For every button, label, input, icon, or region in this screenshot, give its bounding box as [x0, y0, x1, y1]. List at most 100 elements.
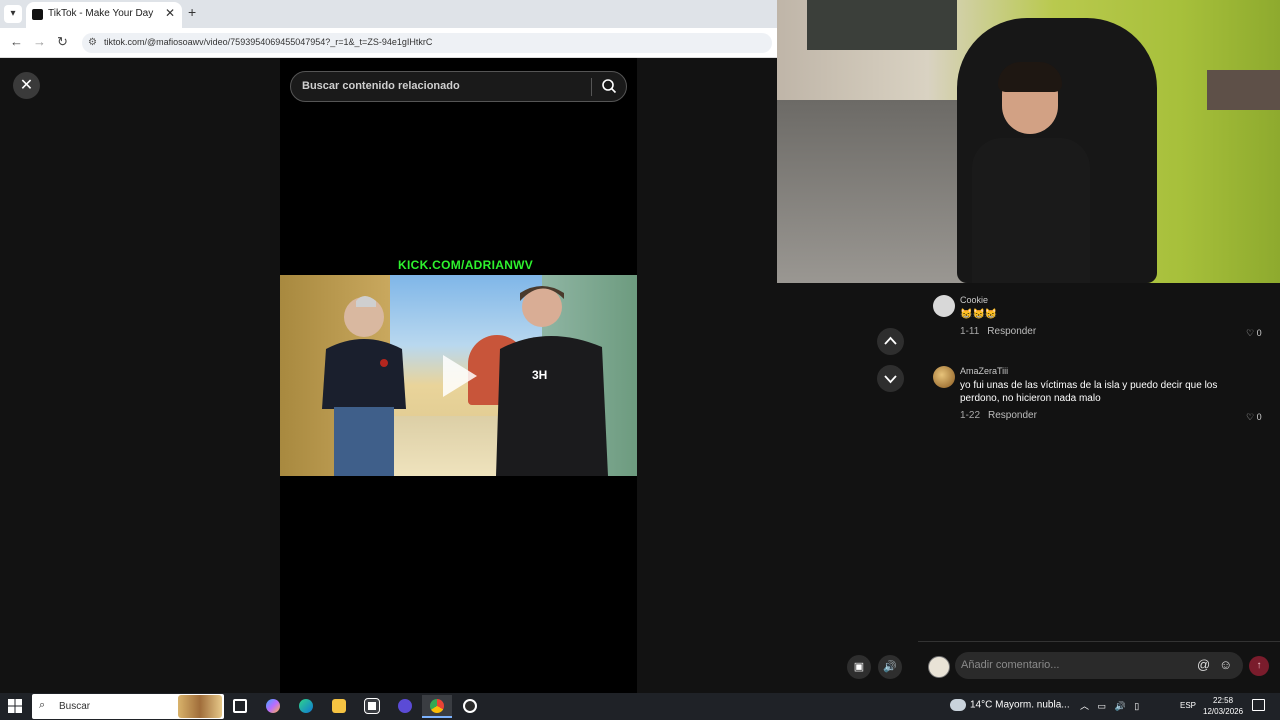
- comment-username[interactable]: AmaZeraTiii: [960, 366, 1008, 376]
- heart-icon: ♡: [1246, 328, 1255, 338]
- heart-icon: ♡: [1246, 412, 1255, 422]
- edge-icon: [299, 699, 313, 713]
- chrome-alt-button[interactable]: [455, 695, 485, 718]
- comment-meta: 1-11 Responder: [960, 326, 1036, 337]
- folder-icon: [332, 699, 346, 713]
- back-icon[interactable]: ←: [10, 34, 23, 49]
- close-viewer-button[interactable]: ✕: [13, 72, 40, 99]
- comments-panel: Cookie 😸😸😸 1-11 Responder ♡ 0 AmaZeraTiii…: [918, 283, 1280, 693]
- clock[interactable]: 22:58 12/03/2026: [1203, 695, 1243, 717]
- chevron-down-icon: [884, 375, 897, 384]
- search-divider: [591, 78, 592, 96]
- related-search-input[interactable]: Buscar contenido relacionado: [290, 71, 627, 102]
- video-frame[interactable]: 3H: [280, 275, 637, 476]
- arrow-up-icon: ↑: [1256, 660, 1262, 671]
- chrome-button[interactable]: [422, 695, 452, 718]
- volume-button[interactable]: 🔊: [878, 655, 902, 679]
- comment-text: 😸😸😸: [960, 309, 998, 320]
- tab-list-icon[interactable]: ▾: [4, 5, 22, 23]
- tiktok-favicon-icon: [32, 9, 43, 20]
- comment-username[interactable]: Cookie: [960, 295, 988, 305]
- windows-start-icon[interactable]: [8, 699, 22, 713]
- emoji-icon[interactable]: ☺: [1219, 657, 1232, 672]
- clock-time: 22:58: [1213, 696, 1234, 705]
- like-button[interactable]: ♡ 0: [1246, 328, 1262, 339]
- comment-input-divider: [918, 641, 1280, 642]
- search-icon[interactable]: [601, 78, 617, 94]
- avatar[interactable]: [933, 366, 955, 388]
- avatar[interactable]: [933, 295, 955, 317]
- file-explorer-button[interactable]: [324, 695, 354, 718]
- speaker-icon[interactable]: 🔊: [1115, 701, 1126, 711]
- picture-in-picture-button[interactable]: ▣: [847, 655, 871, 679]
- obs-icon: [398, 699, 412, 713]
- reply-button[interactable]: Responder: [988, 410, 1037, 421]
- url-field[interactable]: ⚙ tiktok.com/@mafiosoawv/video/759395406…: [82, 33, 772, 53]
- close-tab-icon[interactable]: ✕: [165, 6, 175, 20]
- comment-item: AmaZeraTiii yo fui unas de las víctimas …: [933, 366, 1273, 426]
- picture-in-picture-icon: ▣: [853, 661, 865, 673]
- copilot-icon: [266, 699, 280, 713]
- volume-icon: 🔊: [883, 661, 897, 673]
- weather-widget[interactable]: 14°C Mayorm. nubla...: [950, 699, 1070, 711]
- address-bar: ← → ↻ ⚙ tiktok.com/@mafiosoawv/video/759…: [0, 28, 777, 58]
- system-tray[interactable]: ︿ ▭ 🔊 ▯: [1080, 699, 1139, 712]
- chrome-icon: [430, 699, 444, 713]
- chevron-up-icon: [884, 336, 897, 345]
- obs-button[interactable]: [390, 695, 420, 718]
- search-placeholder: Buscar contenido relacionado: [302, 80, 460, 92]
- cloud-icon: [950, 699, 966, 711]
- language-indicator[interactable]: ESP: [1180, 701, 1196, 710]
- network-icon[interactable]: ▭: [1098, 701, 1107, 711]
- task-view-button[interactable]: [225, 695, 255, 718]
- new-tab-icon[interactable]: +: [188, 4, 196, 20]
- like-count: 0: [1256, 328, 1262, 338]
- comment-date: 1-11: [960, 326, 980, 337]
- taskbar: ⌕ Buscar 14°C Mayorm. nubla... ︿ ▭ 🔊 ▯ E…: [0, 693, 1280, 720]
- reload-icon[interactable]: ↻: [57, 34, 68, 50]
- site-info-icon[interactable]: ⚙: [88, 37, 97, 48]
- comment-input[interactable]: Añadir comentario... @ ☺: [955, 652, 1243, 679]
- comment-item: Cookie 😸😸😸 1-11 Responder ♡ 0: [933, 295, 1273, 345]
- next-video-button[interactable]: [877, 365, 904, 392]
- comment-meta: 1-22 Responder: [960, 410, 1037, 421]
- play-icon[interactable]: [443, 355, 477, 397]
- previous-video-button[interactable]: [877, 328, 904, 355]
- comment-input-placeholder: Añadir comentario...: [961, 659, 1060, 671]
- browser-tab[interactable]: TikTok - Make Your Day ✕: [26, 2, 182, 28]
- like-count: 0: [1256, 412, 1262, 422]
- url-text: tiktok.com/@mafiosoawv/video/75939540694…: [104, 37, 433, 47]
- video-person-left: [322, 296, 406, 476]
- battery-icon[interactable]: ▯: [1134, 701, 1139, 711]
- taskbar-search[interactable]: ⌕ Buscar: [32, 694, 224, 719]
- video-person-right: 3H: [496, 286, 608, 476]
- webcam-overlay: [777, 0, 1280, 283]
- clock-date: 12/03/2026: [1203, 707, 1244, 716]
- comment-text: yo fui unas de las víctimas de la isla y…: [960, 380, 1218, 404]
- store-icon: [364, 698, 380, 714]
- task-view-icon: [233, 699, 247, 713]
- tab-title: TikTok - Make Your Day: [48, 8, 154, 19]
- reply-button[interactable]: Responder: [987, 326, 1036, 337]
- webcam-person-hair: [998, 62, 1062, 92]
- edge-button[interactable]: [291, 695, 321, 718]
- notification-icon[interactable]: [1252, 699, 1265, 711]
- webcam-shelf: [1207, 70, 1280, 110]
- copilot-button[interactable]: [258, 695, 288, 718]
- store-button[interactable]: [357, 695, 387, 718]
- weather-text: 14°C Mayorm. nubla...: [970, 699, 1070, 711]
- avatar[interactable]: [928, 656, 950, 678]
- webcam-window: [807, 0, 957, 50]
- video-overlay-text: KICK.COM/ADRIANWV: [398, 258, 534, 272]
- comment-date: 1-22: [960, 410, 981, 421]
- chevron-up-icon[interactable]: ︿: [1080, 701, 1089, 711]
- like-button[interactable]: ♡ 0: [1246, 412, 1262, 423]
- send-comment-button[interactable]: ↑: [1249, 656, 1269, 676]
- webcam-person-body: [972, 138, 1090, 283]
- taskbar-search-label: Buscar: [59, 701, 91, 712]
- video-column: Buscar contenido relacionado KICK.COM/AD…: [280, 58, 637, 693]
- svg-text:3H: 3H: [532, 368, 547, 382]
- forward-icon[interactable]: →: [33, 34, 46, 49]
- search-highlight-image: [178, 695, 222, 718]
- mention-icon[interactable]: @: [1197, 657, 1210, 672]
